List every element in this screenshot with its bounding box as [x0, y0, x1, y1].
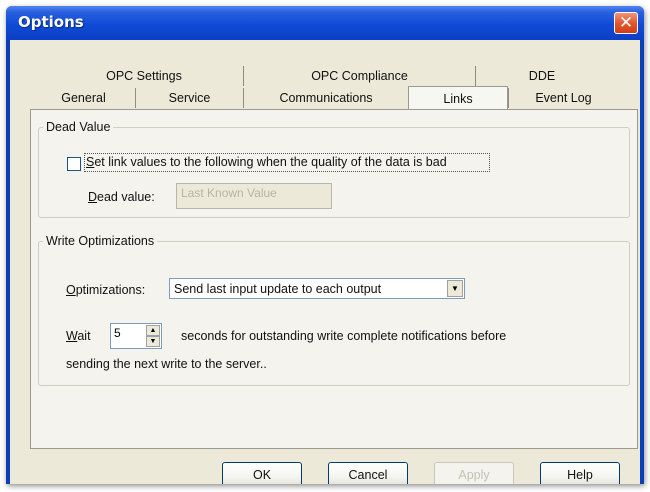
close-button[interactable]: ✕ [614, 12, 638, 34]
wait-seconds-value: 5 [114, 326, 121, 340]
dialog-body: OPC Settings OPC Compliance DDE General … [10, 40, 640, 484]
mnemonic-o: O [66, 283, 76, 297]
tab-service[interactable]: Service [135, 88, 243, 108]
checkbox-label-text: et link values to the following when the… [94, 155, 447, 169]
wait-description-line1: seconds for outstanding write complete n… [181, 329, 507, 343]
apply-button[interactable]: Apply [434, 462, 514, 484]
title-bar[interactable]: Options ✕ [6, 6, 644, 40]
dead-value-group-label: Dead Value [46, 120, 111, 134]
optimizations-dropdown[interactable]: Send last input update to each output ▼ [169, 278, 465, 299]
dead-value-checkbox[interactable] [67, 157, 81, 171]
wait-label: Wait [66, 329, 91, 343]
dead-value-label: Dead value: [88, 190, 155, 204]
wait-label-text: ait [77, 329, 91, 343]
tab-opc-settings[interactable]: OPC Settings [45, 66, 243, 86]
tab-row-back: OPC Settings OPC Compliance DDE [45, 66, 608, 86]
cancel-button[interactable]: Cancel [328, 462, 408, 484]
spinner-buttons: ▲ ▼ [146, 325, 160, 347]
dead-value-label-text: ead value: [97, 190, 155, 204]
tab-event-log[interactable]: Event Log [508, 88, 618, 108]
write-optimizations-group-label: Write Optimizations [46, 234, 155, 248]
wait-seconds-spinner[interactable]: 5 ▲ ▼ [110, 323, 162, 349]
chevron-down-icon[interactable]: ▼ [447, 280, 463, 297]
optimizations-value: Send last input update to each output [174, 282, 382, 296]
optimizations-label-text: ptimizations: [75, 283, 146, 297]
wait-description-line2: sending the next write to the server.. [66, 357, 267, 371]
options-dialog: Options ✕ OPC Settings OPC Compliance DD… [6, 6, 644, 484]
tab-dde[interactable]: DDE [475, 66, 608, 86]
dialog-title: Options [18, 13, 84, 31]
mnemonic-d: D [88, 190, 98, 204]
tab-opc-compliance[interactable]: OPC Compliance [243, 66, 475, 86]
tab-communications[interactable]: Communications [243, 88, 408, 108]
optimizations-label: Optimizations: [66, 283, 145, 297]
ok-button[interactable]: OK [222, 462, 302, 484]
dead-value-field: Last Known Value [176, 183, 332, 209]
help-button[interactable]: Help [540, 462, 620, 484]
tab-general[interactable]: General [32, 88, 135, 108]
tab-row-front: General Service Communications Links Eve… [32, 86, 618, 109]
mnemonic-w: W [66, 329, 78, 343]
dead-value-checkbox-label[interactable]: Set link values to the following when th… [86, 155, 447, 169]
close-icon: ✕ [618, 13, 634, 33]
tab-links[interactable]: Links [408, 86, 508, 109]
spin-up-icon[interactable]: ▲ [146, 325, 160, 336]
spin-down-icon[interactable]: ▼ [146, 336, 160, 347]
